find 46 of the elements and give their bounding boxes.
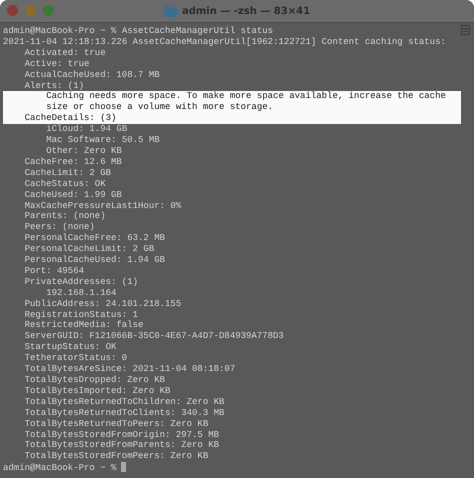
output-line: TotalBytesStoredFromParents: Zero KB — [24, 440, 220, 450]
output-line: TotalBytesStoredFromOrigin: 297.5 MB — [24, 430, 220, 440]
output-line: Alerts: (1) — [24, 80, 84, 91]
output-line: TotalBytesReturnedToChildren: Zero KB — [24, 396, 224, 407]
output-line: ServerGUID: F121066B-35C0-4E67-A4D7-D84939A778D3 — [24, 331, 284, 342]
output-line: TotalBytesReturnedToPeers: Zero KB — [24, 418, 208, 429]
output-line: Active: true — [24, 58, 90, 69]
output-line: TotalBytesImported: Zero KB — [24, 386, 170, 396]
output-line: 192.168.1.164 — [46, 288, 116, 298]
output-line: TotalBytesDropped: Zero KB — [24, 375, 166, 385]
output-line: CacheStatus: OK — [24, 178, 106, 189]
output-line: MaxCachePressureLast1Hour: 0% — [24, 200, 182, 210]
output-line: 2021-11-04 12:18:13.226 AssetCacheManagerUtil[1962:122721] Content caching status: — [3, 36, 446, 47]
output-line: Activated: true — [24, 48, 106, 58]
output-line: RegistrationStatus: 1 — [24, 310, 138, 320]
close-icon[interactable] — [7, 5, 18, 16]
output-line: admin@MacBook-Pro ~ % AssetCacheManagerUtil status — [3, 26, 274, 36]
output-line: CacheUsed: 1.99 GB — [24, 190, 122, 200]
output-line: CacheDetails: (3) — [24, 113, 116, 124]
folder-icon — [164, 6, 177, 16]
minimize-icon[interactable] — [25, 5, 36, 16]
output-line: StartupStatus: OK — [24, 342, 116, 352]
output-line: admin@MacBook-Pro ~ % — [3, 463, 116, 474]
output-line: RestrictedMedia: false — [24, 320, 144, 330]
scroll-marker-icon[interactable] — [461, 25, 470, 35]
output-line: Parents: (none) — [24, 211, 106, 222]
zoom-icon[interactable] — [43, 5, 54, 16]
output-line: Mac Software: 50.5 MB — [46, 135, 160, 146]
output-line: PublicAddress: 24.101.218.155 — [24, 298, 182, 309]
output-line: iCloud: 1.94 GB — [46, 124, 128, 134]
output-line: PersonalCacheLimit: 2 GB — [24, 244, 154, 254]
output-line: TotalBytesReturnedToClients: 340.3 MB — [24, 408, 224, 418]
output-line: TotalBytesStoredFromPeers: Zero KB — [24, 451, 208, 462]
output-line: CacheFree: 12.6 MB — [24, 156, 122, 167]
output-line: TetheratorStatus: 0 — [24, 353, 128, 364]
output-line: CacheLimit: 2 GB — [24, 168, 112, 178]
output-line: Other: Zero KB — [46, 146, 122, 156]
output-line: ActualCacheUsed: 108.7 MB — [24, 70, 160, 80]
output-line: PersonalCacheUsed: 1.94 GB — [24, 255, 166, 266]
output-line: Caching needs more space. To make more space available, increase the cache size or choose a volume with more storage. — [46, 91, 447, 112]
output-line: Port: 49564 — [24, 266, 84, 276]
output-line: Peers: (none) — [24, 222, 95, 232]
output-line: TotalBytesAreSince: 2021-11-04 08:18:07 — [24, 364, 236, 374]
output-line: PersonalCacheFree: 63.2 MB — [24, 233, 166, 244]
window-title: admin — -zsh — 83×41 — [182, 6, 310, 16]
output-line: PrivateAddresses: (1) — [24, 276, 138, 287]
